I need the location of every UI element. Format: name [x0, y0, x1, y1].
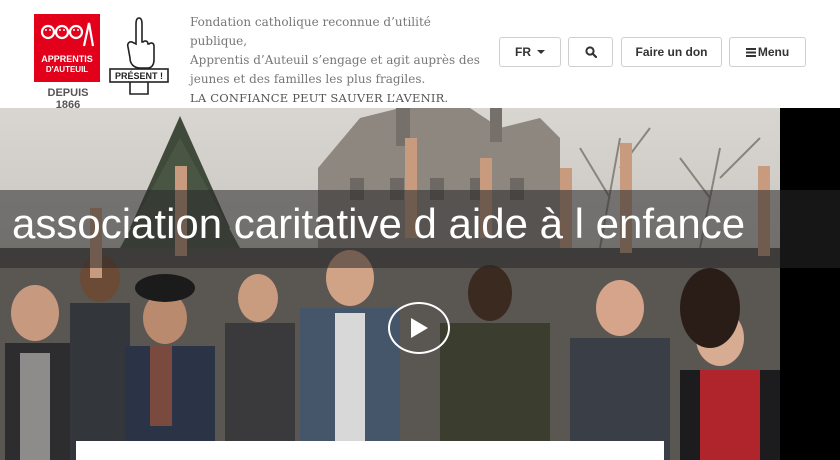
tagline-line: jeunes et des familles les plus fragiles…	[190, 72, 426, 86]
hero-title: association caritative d aide à l enfanc…	[12, 200, 746, 247]
tagline-line: Apprentis d’Auteuil s’engage et agit aup…	[190, 53, 480, 67]
logo-line1: APPRENTIS	[41, 54, 93, 64]
present-badge[interactable]: PRÉSENT !	[108, 14, 170, 96]
raised-hand-icon: PRÉSENT !	[109, 17, 169, 95]
content-card	[76, 441, 664, 460]
language-selector[interactable]: FR	[499, 37, 561, 67]
language-label: FR	[515, 45, 531, 59]
tagline: Fondation catholique reconnue d’utilité …	[190, 13, 490, 108]
present-badge-text: PRÉSENT !	[115, 71, 163, 81]
donate-label: Faire un don	[635, 45, 708, 59]
search-icon	[584, 46, 597, 58]
search-button[interactable]	[568, 37, 613, 67]
chevron-down-icon	[537, 50, 545, 54]
hero-image	[0, 108, 780, 460]
logo-figures-icon	[40, 22, 94, 47]
logo-line2: D'AUTEUIL	[45, 65, 89, 74]
play-icon	[411, 318, 428, 338]
site-header: APPRENTIS D'AUTEUIL DEPUIS 1866 PRÉSENT …	[0, 0, 840, 111]
menu-button[interactable]: Menu	[729, 37, 806, 67]
hero-side-bar	[780, 108, 840, 460]
hamburger-icon	[745, 47, 756, 57]
tagline-slogan: LA CONFIANCE PEUT SAUVER L’AVENIR.	[190, 91, 449, 105]
tagline-line: Fondation catholique reconnue d’utilité …	[190, 15, 431, 48]
donate-button[interactable]: Faire un don	[621, 37, 722, 67]
apprentis-auteuil-logo[interactable]: APPRENTIS D'AUTEUIL	[34, 14, 100, 82]
menu-label: Menu	[757, 45, 790, 59]
video-play-button[interactable]	[388, 302, 450, 354]
hero-title-band: association caritative d aide à l enfanc…	[0, 190, 840, 268]
hero-photo-crowd	[0, 108, 780, 460]
